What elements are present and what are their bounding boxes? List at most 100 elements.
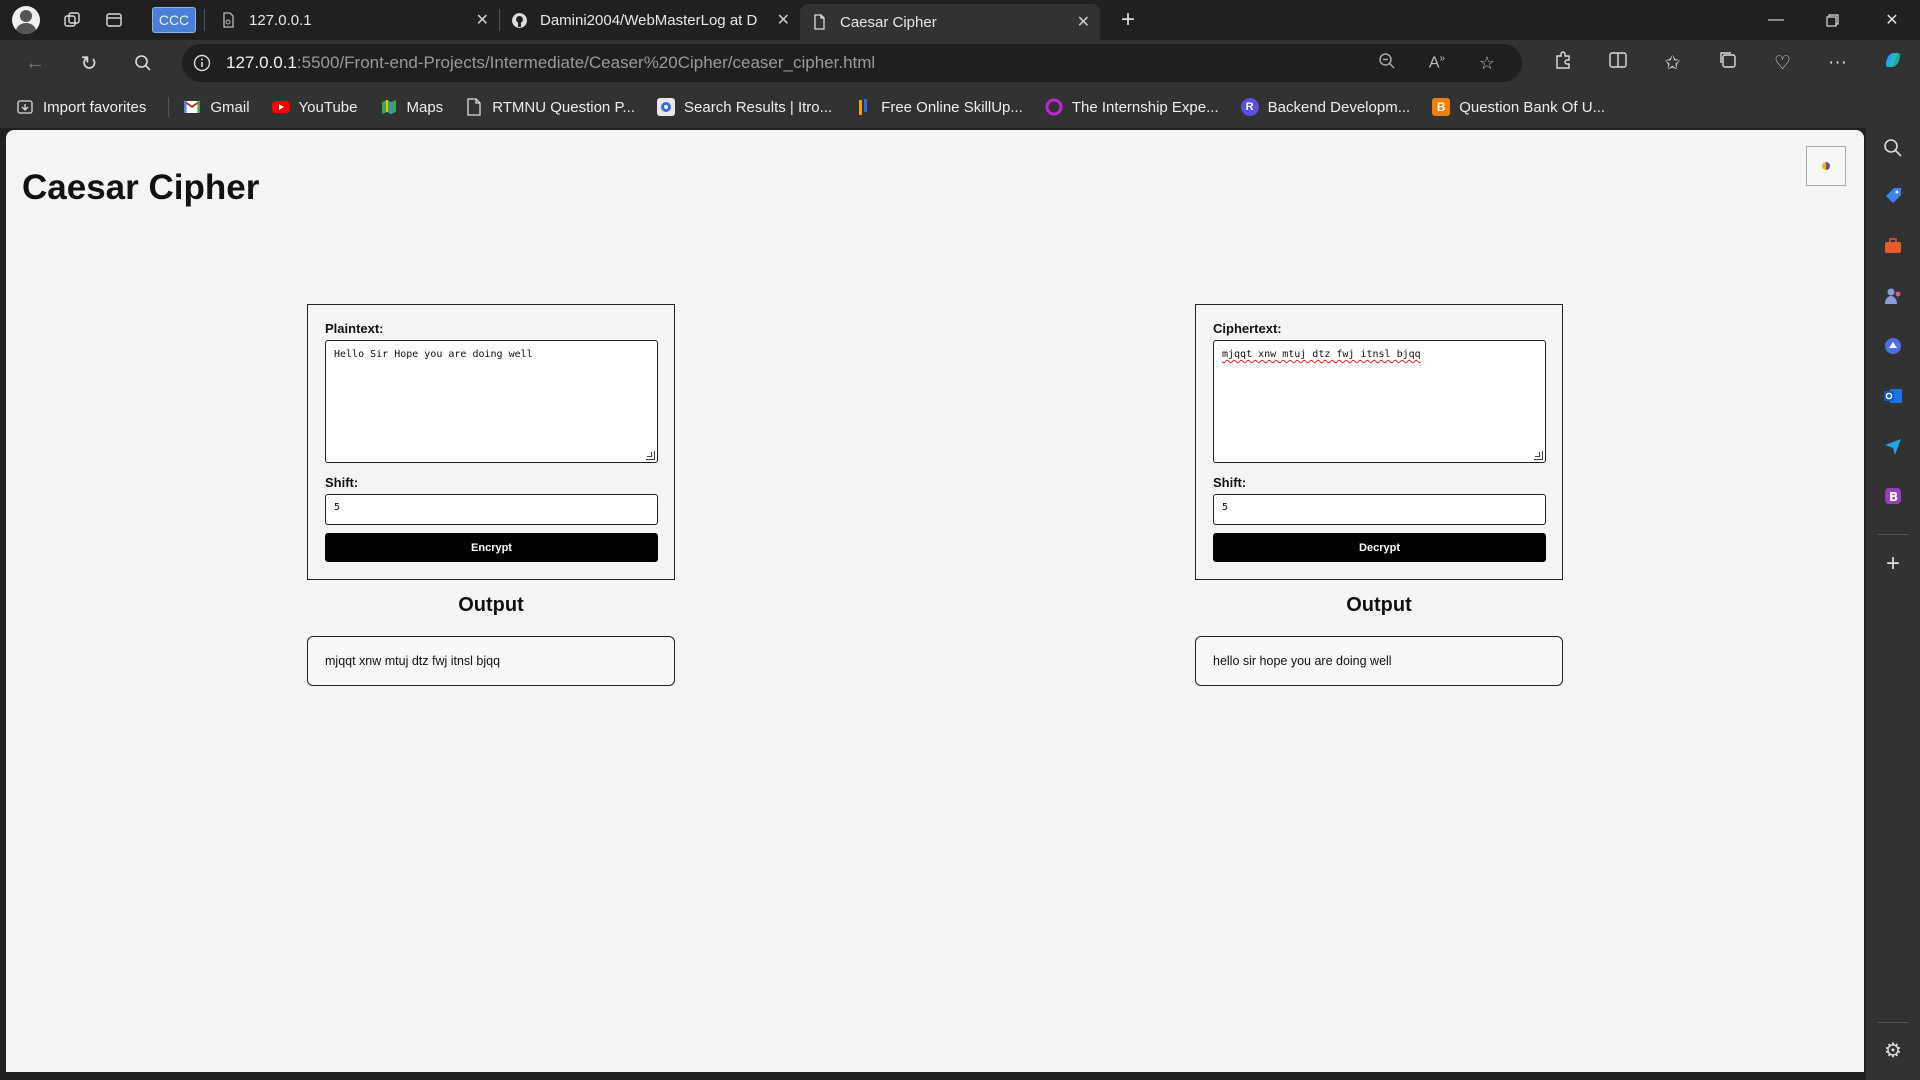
bookmark-skillup[interactable]: Free Online SkillUp... xyxy=(854,98,1023,116)
split-screen-icon[interactable] xyxy=(1590,50,1645,76)
tab-caesar-cipher[interactable]: Caesar Cipher ✕ xyxy=(800,4,1100,40)
sidebar-search-icon[interactable] xyxy=(1866,138,1920,164)
tab-localhost[interactable]: 127.0.0.1 ✕ xyxy=(209,4,499,36)
decrypt-output-title: Output xyxy=(1346,594,1412,616)
sidebar-divider xyxy=(1878,1022,1908,1023)
plaintext-value: Hello Sir Hope you are doing well xyxy=(334,349,533,360)
url-host: 127.0.0.1 xyxy=(226,53,297,72)
gmail-icon xyxy=(183,98,201,116)
bookmark-label: Import favorites xyxy=(43,98,147,116)
search-results-icon xyxy=(657,98,676,116)
encrypt-output-box: mjqqt xnw mtuj dtz fwj itnsl bjqq xyxy=(307,636,675,686)
tab-divider xyxy=(204,9,205,31)
youtube-icon xyxy=(271,98,290,116)
plaintext-textarea[interactable]: Hello Sir Hope you are doing well xyxy=(325,340,658,463)
outlook-icon[interactable] xyxy=(1866,386,1920,412)
read-aloud-icon[interactable]: A» xyxy=(1412,53,1462,72)
shopping-tag-icon[interactable] xyxy=(1866,186,1920,212)
bookmark-divider xyxy=(168,97,170,117)
bookmarks-bar: Import favorites Gmail YouTube Maps RTMN… xyxy=(0,86,1920,128)
bookmark-import-favorites[interactable]: Import favorites xyxy=(16,98,146,116)
bookmark-rtmnu[interactable]: RTMNU Question P... xyxy=(465,98,635,116)
tab-github[interactable]: Damini2004/WebMasterLog at D ✕ xyxy=(500,4,800,36)
favorite-star-icon[interactable]: ☆ xyxy=(1462,53,1512,74)
copilot-sidebar-icon[interactable] xyxy=(1866,336,1920,362)
page-icon xyxy=(465,98,483,116)
bookmark-search-results[interactable]: Search Results | Itro... xyxy=(657,98,832,116)
ciphertext-value: mjqqt xnw mtuj dtz fwj itnsl bjqq xyxy=(1222,349,1421,360)
new-tab-icon[interactable]: + xyxy=(1112,4,1144,36)
bookmark-label: Backend Developm... xyxy=(1267,98,1411,116)
bookmark-label: YouTube xyxy=(298,98,358,116)
close-icon[interactable]: ✕ xyxy=(1077,12,1090,32)
maps-icon xyxy=(380,98,398,116)
encrypt-button[interactable]: Encrypt xyxy=(325,533,658,562)
close-icon[interactable]: ✕ xyxy=(777,10,790,30)
bookmark-backend[interactable]: R Backend Developm... xyxy=(1240,98,1411,116)
plaintext-label: Plaintext: xyxy=(325,321,384,336)
decrypt-card: Ciphertext: mjqqt xnw mtuj dtz fwj itnsl… xyxy=(1195,304,1563,580)
shift-label: Shift: xyxy=(1213,475,1247,490)
restore-icon[interactable] xyxy=(1804,0,1860,40)
bookmark-youtube[interactable]: YouTube xyxy=(271,98,358,116)
page-icon xyxy=(219,11,237,29)
extensions-icon[interactable] xyxy=(1535,50,1590,76)
theme-toggle-button[interactable] xyxy=(1806,146,1846,186)
workspaces-icon[interactable] xyxy=(56,4,88,36)
refresh-icon[interactable]: ↻ xyxy=(64,43,114,83)
internship-icon xyxy=(1045,98,1063,116)
tools-briefcase-icon[interactable] xyxy=(1866,236,1920,262)
favorites-icon[interactable]: ✩ xyxy=(1645,52,1700,75)
bookmark-label: Maps xyxy=(406,98,444,116)
ciphertext-textarea[interactable]: mjqqt xnw mtuj dtz fwj itnsl bjqq xyxy=(1213,340,1546,463)
bing-b-icon[interactable]: B xyxy=(1866,486,1920,512)
ciphertext-label: Ciphertext: xyxy=(1213,321,1282,336)
tab-label: CCC xyxy=(151,7,197,33)
back-icon[interactable]: ← xyxy=(10,43,60,83)
tab-actions-icon[interactable] xyxy=(98,4,130,36)
github-icon xyxy=(510,11,528,29)
import-icon xyxy=(16,98,34,116)
bookmark-question-bank[interactable]: B Question Bank Of U... xyxy=(1432,98,1605,116)
address-bar[interactable]: 127.0.0.1:5500/Front-end-Projects/Interm… xyxy=(182,44,1522,82)
bookmark-internship[interactable]: The Internship Expe... xyxy=(1045,98,1219,116)
url-path: :5500/Front-end-Projects/Intermediate/Ce… xyxy=(296,53,876,72)
decrypt-output-value: hello sir hope you are doing well xyxy=(1213,654,1392,668)
bookmark-gmail[interactable]: Gmail xyxy=(183,98,250,116)
search-icon[interactable] xyxy=(118,43,168,83)
bookmark-label: Gmail xyxy=(210,98,250,116)
bookmark-label: Search Results | Itro... xyxy=(684,98,833,116)
theme-icon xyxy=(1822,162,1830,170)
decrypt-button[interactable]: Decrypt xyxy=(1213,533,1546,562)
collections-icon[interactable] xyxy=(1700,50,1755,76)
close-window-icon[interactable]: ✕ xyxy=(1864,0,1920,40)
close-icon[interactable]: ✕ xyxy=(476,10,489,30)
decrypt-shift-input[interactable]: 5 xyxy=(1213,494,1546,525)
more-options-icon[interactable]: ··· xyxy=(1810,52,1865,74)
tab-pinned-ccc[interactable]: CCC xyxy=(148,4,200,36)
bookmark-maps[interactable]: Maps xyxy=(380,98,444,116)
encrypt-shift-input[interactable]: 5 xyxy=(325,494,658,525)
shift-label: Shift: xyxy=(325,475,359,490)
skillup-icon xyxy=(854,98,872,116)
backend-icon: R xyxy=(1240,98,1259,116)
sidebar-settings-icon[interactable]: ⚙ xyxy=(1866,1038,1920,1063)
send-icon[interactable] xyxy=(1866,436,1920,462)
add-sidebar-app-icon[interactable]: + xyxy=(1866,550,1920,578)
site-info-icon[interactable] xyxy=(182,54,222,72)
browser-essentials-icon[interactable]: ♡ xyxy=(1755,52,1810,75)
zoom-icon[interactable] xyxy=(1362,52,1412,75)
tab-label: Damini2004/WebMasterLog at D xyxy=(540,11,758,29)
resize-grip-icon[interactable] xyxy=(1534,451,1543,460)
shift-value: 5 xyxy=(1222,502,1229,513)
bookmark-label: RTMNU Question P... xyxy=(492,98,636,116)
minimize-icon[interactable]: — xyxy=(1748,0,1804,40)
address-toolbar: ← ↻ 127.0.0.1:5500/Front-end-Projects/In… xyxy=(0,40,1920,86)
bookmark-label: The Internship Expe... xyxy=(1071,98,1219,116)
shift-value: 5 xyxy=(334,502,341,513)
games-icon[interactable] xyxy=(1866,286,1920,312)
page-title: Caesar Cipher xyxy=(22,168,260,207)
profile-avatar[interactable] xyxy=(12,6,40,34)
resize-grip-icon[interactable] xyxy=(646,451,655,460)
copilot-icon[interactable] xyxy=(1865,49,1920,77)
